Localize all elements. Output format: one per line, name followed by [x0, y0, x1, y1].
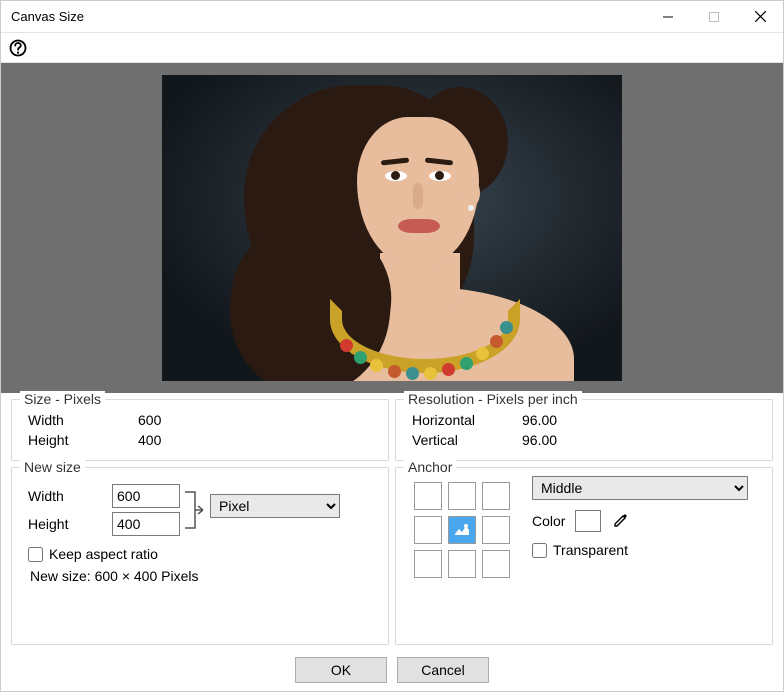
new-width-label: Width	[28, 488, 112, 504]
color-label: Color	[532, 513, 565, 529]
anchor-top-left[interactable]	[414, 482, 442, 510]
anchor-right[interactable]	[482, 516, 510, 544]
anchor-legend: Anchor	[404, 459, 456, 475]
toolbar	[1, 33, 783, 63]
preview-area	[1, 63, 783, 393]
size-height-value: 400	[138, 432, 161, 448]
size-legend: Size - Pixels	[20, 391, 105, 407]
minimize-button[interactable]	[645, 1, 691, 33]
preview-image	[162, 75, 622, 381]
color-swatch[interactable]	[575, 510, 601, 532]
new-height-input[interactable]	[112, 512, 180, 536]
canvas-size-dialog: Canvas Size	[0, 0, 784, 692]
cancel-button[interactable]: Cancel	[397, 657, 489, 683]
new-height-label: Height	[28, 516, 112, 532]
size-group: Size - Pixels Width 600 Height 400	[11, 399, 389, 461]
ok-button[interactable]: OK	[295, 657, 387, 683]
keep-aspect-label: Keep aspect ratio	[49, 546, 158, 562]
new-size-legend: New size	[20, 459, 85, 475]
anchor-top-right[interactable]	[482, 482, 510, 510]
resolution-vert-label: Vertical	[412, 432, 522, 448]
anchor-group: Anchor	[395, 467, 773, 645]
transparent-checkbox[interactable]	[532, 543, 547, 558]
resolution-group: Resolution - Pixels per inch Horizontal …	[395, 399, 773, 461]
anchor-bottom-left[interactable]	[414, 550, 442, 578]
keep-aspect-checkbox[interactable]	[28, 547, 43, 562]
eyedropper-icon[interactable]	[611, 512, 629, 530]
anchor-left[interactable]	[414, 516, 442, 544]
anchor-bottom-right[interactable]	[482, 550, 510, 578]
new-width-input[interactable]	[112, 484, 180, 508]
anchor-position-select[interactable]: Middle	[532, 476, 748, 500]
unit-select[interactable]: Pixel	[210, 494, 340, 518]
resolution-vert-value: 96.00	[522, 432, 557, 448]
transparent-label: Transparent	[553, 542, 628, 558]
help-icon[interactable]	[9, 39, 27, 57]
maximize-button	[691, 1, 737, 33]
anchor-grid	[414, 482, 510, 578]
size-height-label: Height	[28, 432, 138, 448]
resolution-horiz-value: 96.00	[522, 412, 557, 428]
resolution-horiz-label: Horizontal	[412, 412, 522, 428]
close-button[interactable]	[737, 1, 783, 33]
size-width-label: Width	[28, 412, 138, 428]
anchor-center[interactable]	[448, 516, 476, 544]
size-width-value: 600	[138, 412, 161, 428]
resolution-legend: Resolution - Pixels per inch	[404, 391, 582, 407]
link-bracket-icon	[180, 480, 210, 540]
titlebar: Canvas Size	[1, 1, 783, 33]
window-title: Canvas Size	[11, 9, 84, 24]
dialog-footer: OK Cancel	[1, 649, 783, 691]
anchor-bottom[interactable]	[448, 550, 476, 578]
new-size-group: New size Width Height	[11, 467, 389, 645]
new-size-summary: New size: 600 × 400 Pixels	[30, 568, 378, 584]
anchor-top[interactable]	[448, 482, 476, 510]
